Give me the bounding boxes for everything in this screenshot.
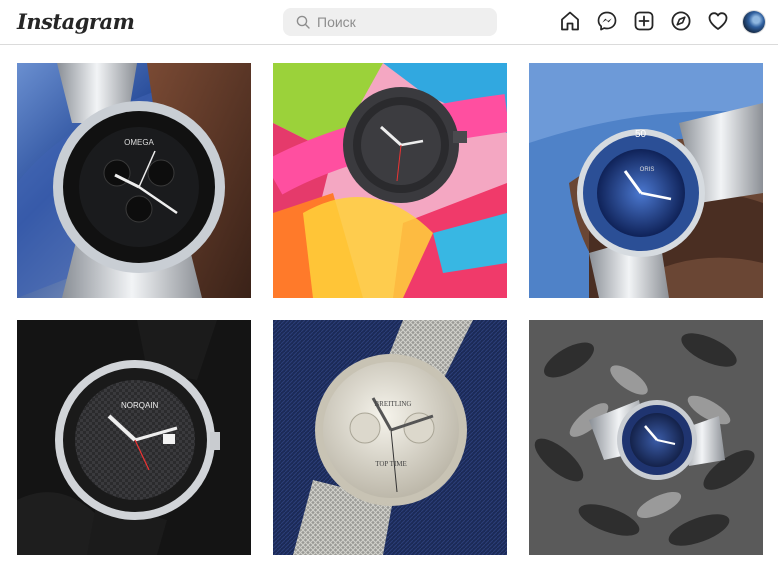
profile-avatar[interactable] <box>743 11 765 33</box>
svg-text:50: 50 <box>635 129 647 140</box>
search-box[interactable] <box>283 8 497 36</box>
watch-photo: 50 ORIS <box>529 63 763 298</box>
watch-photo: OMEGA <box>17 63 251 298</box>
watch-photo <box>273 63 507 298</box>
post-tile-omega-speedmaster[interactable]: OMEGA <box>17 63 251 298</box>
post-tile-norqain-carbon[interactable]: NORQAIN <box>17 320 251 555</box>
post-tile-seamaster-grass[interactable] <box>529 320 763 555</box>
svg-text:NORQAIN: NORQAIN <box>121 401 159 410</box>
top-navigation-bar: Instagram <box>0 0 778 45</box>
watch-photo: BREITLING TOP TIME <box>273 320 507 555</box>
explore-icon[interactable] <box>670 10 692 32</box>
home-icon[interactable] <box>559 10 581 32</box>
svg-text:BREITLING: BREITLING <box>375 400 412 408</box>
post-tile-breitling-top-time[interactable]: BREITLING TOP TIME <box>273 320 507 555</box>
new-post-icon[interactable] <box>633 10 655 32</box>
messenger-icon[interactable] <box>596 10 618 32</box>
svg-text:ORIS: ORIS <box>640 167 655 173</box>
instagram-logo[interactable]: Instagram <box>17 9 135 34</box>
post-tile-oris-blue[interactable]: 50 ORIS <box>529 63 763 298</box>
watch-photo <box>529 320 763 555</box>
activity-heart-icon[interactable] <box>707 10 729 32</box>
search-icon <box>296 15 310 29</box>
search-input[interactable] <box>317 8 487 36</box>
watch-photo: NORQAIN <box>17 320 251 555</box>
svg-text:TOP TIME: TOP TIME <box>375 460 407 468</box>
svg-text:OMEGA: OMEGA <box>124 138 154 147</box>
post-tile-norqain-candy[interactable] <box>273 63 507 298</box>
